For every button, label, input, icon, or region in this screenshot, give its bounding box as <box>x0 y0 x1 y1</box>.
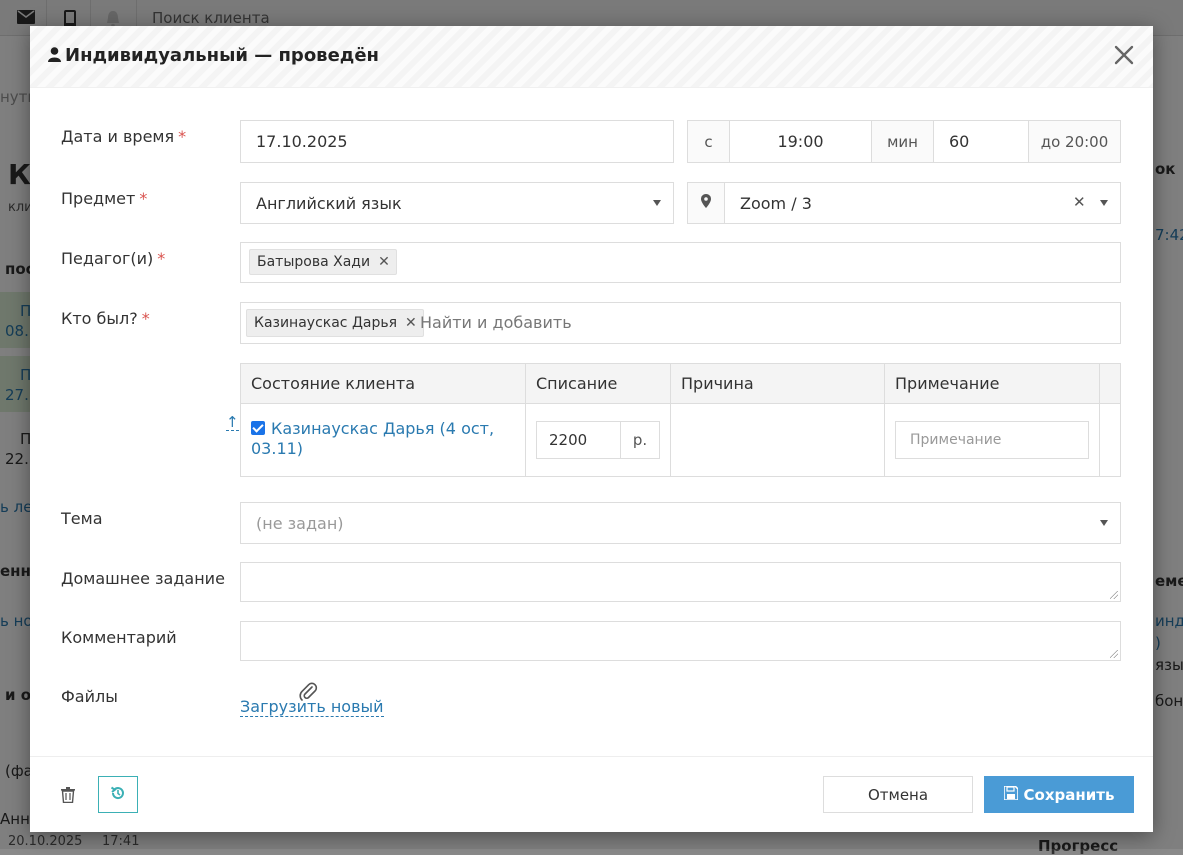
floppy-icon <box>1002 784 1019 804</box>
column-header: Примечание <box>885 364 1100 404</box>
column-header: Состояние клиента <box>241 364 526 404</box>
currency-addon: р. <box>620 421 660 459</box>
table-row: Казинаускас Дарья (4 ост, 03.11) <box>241 404 526 476</box>
close-icon[interactable] <box>1113 44 1135 66</box>
subject-label: Предмет * <box>61 189 148 208</box>
chevron-down-icon[interactable] <box>653 200 661 206</box>
modal-title-text: Индивидуальный — проведён <box>65 45 379 66</box>
chevron-down-icon[interactable] <box>1100 520 1108 526</box>
topic-select[interactable]: (не задан) <box>240 502 1121 544</box>
note-input[interactable]: Примечание <box>895 421 1089 459</box>
comment-label: Комментарий <box>61 628 177 647</box>
attendance-checkbox[interactable] <box>251 421 265 435</box>
history-button[interactable] <box>98 776 138 813</box>
column-header: Списание <box>526 364 671 404</box>
time-from-addon: с <box>687 120 730 163</box>
map-marker-icon <box>701 194 711 212</box>
modal-footer-divider <box>30 756 1153 757</box>
column-header: Причина <box>671 364 885 404</box>
cancel-button[interactable]: Отмена <box>823 776 973 813</box>
arrow-up-icon[interactable]: ↑ <box>226 414 239 431</box>
remove-tag-icon[interactable]: ✕ <box>378 254 390 270</box>
history-icon <box>110 785 126 805</box>
attendee-search-input[interactable]: Найти и добавить <box>420 313 572 332</box>
subject-select[interactable]: Английский язык <box>240 182 674 224</box>
reason-cell <box>671 404 885 476</box>
lesson-modal: Индивидуальный — проведён Дата и время * … <box>30 26 1153 832</box>
modal-header: Индивидуальный — проведён <box>30 26 1153 88</box>
chevron-down-icon[interactable] <box>1100 200 1108 206</box>
end-time-addon: до 20:00 <box>1028 120 1121 163</box>
attendees-label: Кто был? * <box>61 309 150 328</box>
location-addon <box>687 182 725 224</box>
datetime-label: Дата и время * <box>61 127 187 146</box>
charge-input[interactable]: 2200 <box>536 421 621 459</box>
duration-addon: мин <box>871 120 934 163</box>
teachers-label: Педагог(и) * <box>61 249 166 268</box>
remove-tag-icon[interactable]: ✕ <box>405 315 417 331</box>
location-select[interactable]: Zoom / 3 <box>724 182 1121 224</box>
upload-file-link[interactable]: Загрузить новый <box>240 698 384 717</box>
files-label: Файлы <box>61 687 118 706</box>
clear-icon[interactable]: ✕ <box>1073 195 1086 210</box>
duration-input[interactable]: 60 <box>933 120 1029 163</box>
client-link[interactable]: Казинаускас Дарья (4 ост, 03.11) <box>251 419 516 459</box>
comment-textarea[interactable] <box>240 621 1121 661</box>
homework-textarea[interactable] <box>240 562 1121 602</box>
topic-label: Тема <box>61 509 103 528</box>
attendee-tag: Казинаускас Дарья ✕ <box>246 309 424 337</box>
homework-label: Домашнее задание <box>61 569 225 588</box>
attendance-table: Состояние клиента Списание Причина Приме… <box>240 363 1121 477</box>
save-button-label: Сохранить <box>1023 785 1115 804</box>
user-icon <box>48 46 61 67</box>
teacher-tag: Батырова Хади ✕ <box>249 249 397 275</box>
time-input[interactable]: 19:00 <box>729 120 872 163</box>
date-input[interactable]: 17.10.2025 <box>240 120 674 163</box>
modal-title: Индивидуальный — проведён <box>48 45 379 67</box>
trash-icon[interactable] <box>61 787 75 804</box>
save-button[interactable]: Сохранить <box>984 776 1134 813</box>
